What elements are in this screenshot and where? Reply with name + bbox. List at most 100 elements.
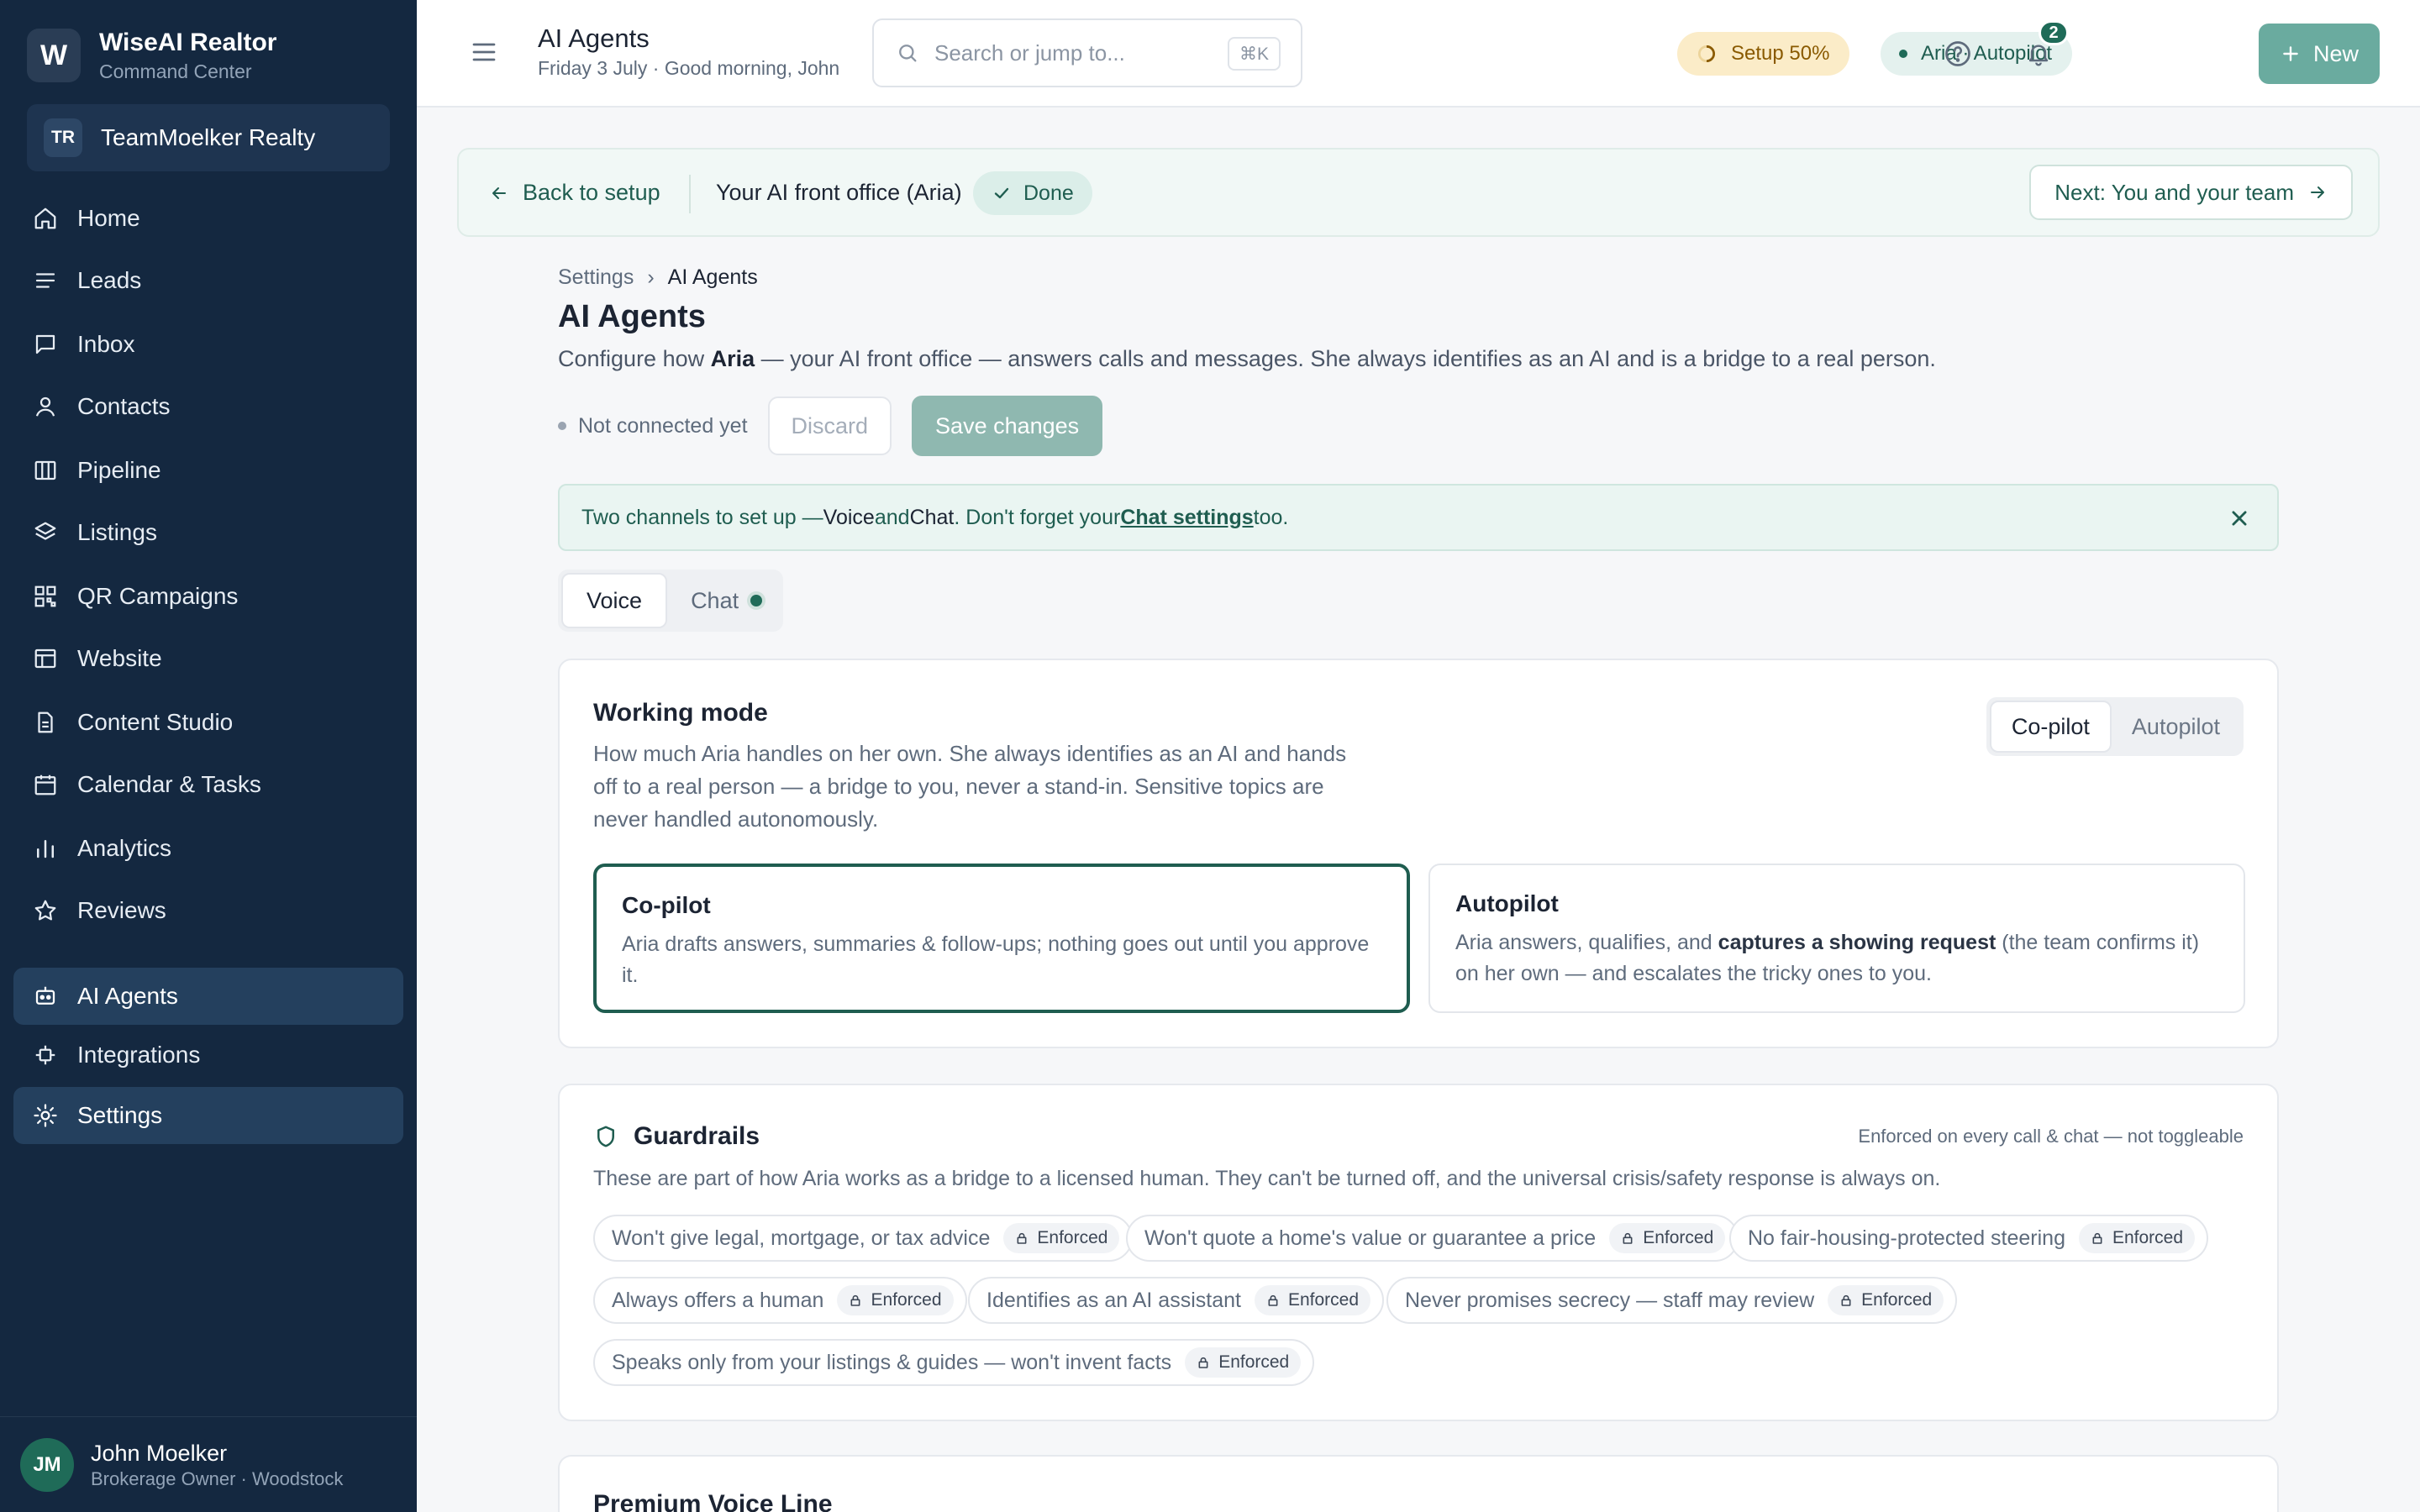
person-icon [32,393,59,420]
working-mode-description: How much Aria handles on her own. She al… [593,741,1347,832]
sidebar-item-label: Inbox [77,331,135,357]
sidebar-item-leads[interactable]: Leads [13,252,403,309]
brand-subtitle: Command Center [99,60,252,82]
check-icon [994,187,1009,199]
mode-option-co-pilot[interactable]: Co-pilot Aria drafts answers, summaries … [593,864,1410,1013]
enforced-badge: Enforced [1609,1223,1726,1253]
guardrails-card: Guardrails Enforced on every call & chat… [558,1084,2279,1421]
setup-progress-pill[interactable]: Setup 50% [1677,32,1850,76]
sidebar: W WiseAI Realtor Command Center TR TeamM… [0,0,417,1512]
sidebar-item-label: QR Campaigns [77,583,239,609]
enforced-badge: Enforced [1003,1223,1120,1253]
save-bar: Not connected yet Discard Save changes [558,395,1103,457]
sidebar-item-calendar-tasks[interactable]: Calendar & Tasks [13,756,403,813]
search-input[interactable] [934,39,1212,66]
sidebar-item-settings[interactable]: Settings [13,1087,403,1144]
sidebar-item-website[interactable]: Website [13,630,403,687]
robot-icon [32,983,59,1010]
breadcrumb-current: AI Agents [667,265,758,289]
sidebar-item-label: Listings [77,519,157,545]
user-profile[interactable]: JM John Moelker Brokerage Owner · Woodst… [0,1416,417,1512]
brand-logo: W [27,29,81,82]
sidebar-item-label: Integrations [77,1042,201,1068]
sidebar-item-label: Reviews [77,897,166,923]
enforced-badge: Enforced [837,1285,954,1315]
save-changes-button[interactable]: Save changes [912,396,1103,456]
calendar-icon [32,771,59,798]
next-step-button[interactable]: Next: You and your team [2029,165,2353,220]
help-button[interactable] [1938,34,1978,74]
sidebar-item-analytics[interactable]: Analytics [13,820,403,877]
enforced-badge: Enforced [2078,1223,2196,1253]
sidebar-item-contacts[interactable]: Contacts [13,378,403,435]
tab-chat[interactable]: Chat [667,573,786,628]
user-role: Brokerage Owner · Woodstock [91,1467,344,1489]
avatar: JM [20,1437,74,1492]
sidebar-item-listings[interactable]: Listings [13,504,403,561]
banner-close-button[interactable] [2225,504,2254,533]
tab-voice[interactable]: Voice [561,573,668,628]
search-box[interactable]: ⌘K [872,18,1302,87]
section-heading: AI Agents [558,299,706,334]
sidebar-item-ai-agents[interactable]: AI Agents [13,968,403,1025]
breadcrumb: Settings › AI Agents [558,265,758,290]
search-shortcut: ⌘K [1227,37,1281,71]
team-switcher[interactable]: TR TeamMoelker Realty [27,104,390,171]
lock-icon [850,1294,860,1306]
team-name: TeamMoelker Realty [101,124,316,150]
sidebar-item-home[interactable]: Home [13,190,403,247]
sidebar-item-content-studio[interactable]: Content Studio [13,694,403,751]
browser-icon [32,645,59,672]
toggle-co-pilot[interactable]: Co-pilot [1989,701,2112,753]
sidebar-item-label: AI Agents [77,983,178,1009]
sidebar-item-label: Home [77,205,140,231]
lock-icon [1017,1232,1027,1244]
breadcrumb-settings[interactable]: Settings [558,265,634,290]
columns-icon [32,457,59,484]
document-icon [32,709,59,736]
sidebar-item-label: Pipeline [77,457,161,483]
list-icon [32,267,59,294]
guardrail-chip: No fair-housing-protected steering Enforc… [1729,1215,2209,1262]
home-icon [32,205,59,232]
menu-button[interactable] [469,37,499,67]
sidebar-item-qr-campaigns[interactable]: QR Campaigns [13,568,403,625]
setup-progress-label: Setup 50% [1731,42,1830,65]
working-mode-title: Working mode [593,699,768,727]
lock-icon [2092,1232,2102,1244]
chat-settings-link[interactable]: Chat settings [1120,506,1253,530]
sidebar-item-integrations[interactable]: Integrations [13,1026,403,1084]
enforced-badge: Enforced [1254,1285,1371,1315]
shield-icon [597,1126,614,1147]
user-name: John Moelker [91,1440,228,1466]
guardrails-header: Guardrails [593,1122,760,1151]
enforced-badge: Enforced [1185,1347,1302,1378]
new-button[interactable]: New [2259,24,2380,84]
star-icon [32,897,59,924]
done-badge: Done [973,171,1092,215]
brand[interactable]: W WiseAI Realtor Command Center [27,27,276,84]
working-mode-toggle: Co-pilot Autopilot [1986,697,2244,756]
brand-name: WiseAI Realtor [99,29,277,56]
notifications-button[interactable]: 2 [2018,20,2069,74]
premium-voice-line-title: Premium Voice Line [593,1490,833,1512]
lock-icon [1623,1232,1633,1244]
sidebar-item-reviews[interactable]: Reviews [13,882,403,939]
page-header: AI Agents Friday 3 July · Good morning, … [538,22,839,81]
discard-button[interactable]: Discard [767,396,892,455]
sidebar-item-label: Contacts [77,393,171,419]
message-icon [32,331,59,358]
sidebar-item-label: Calendar & Tasks [77,771,261,797]
mode-option-autopilot[interactable]: Autopilot Aria answers, qualifies, and c… [1428,864,2245,1013]
hamburger-icon [472,43,496,61]
close-icon [2232,511,2247,526]
sidebar-item-pipeline[interactable]: Pipeline [13,442,403,499]
layers-icon [32,519,59,546]
toggle-autopilot[interactable]: Autopilot [2112,701,2240,753]
back-to-setup-link[interactable]: Back to setup [489,180,660,206]
guardrail-chip: Always offers a human Enforced [593,1277,967,1324]
section-description: Configure how Aria — your AI front offic… [558,346,1936,371]
next-step-label: Next: You and your team [2054,179,2294,205]
sidebar-item-inbox[interactable]: Inbox [13,316,403,373]
breadcrumb-separator: › [647,265,655,289]
